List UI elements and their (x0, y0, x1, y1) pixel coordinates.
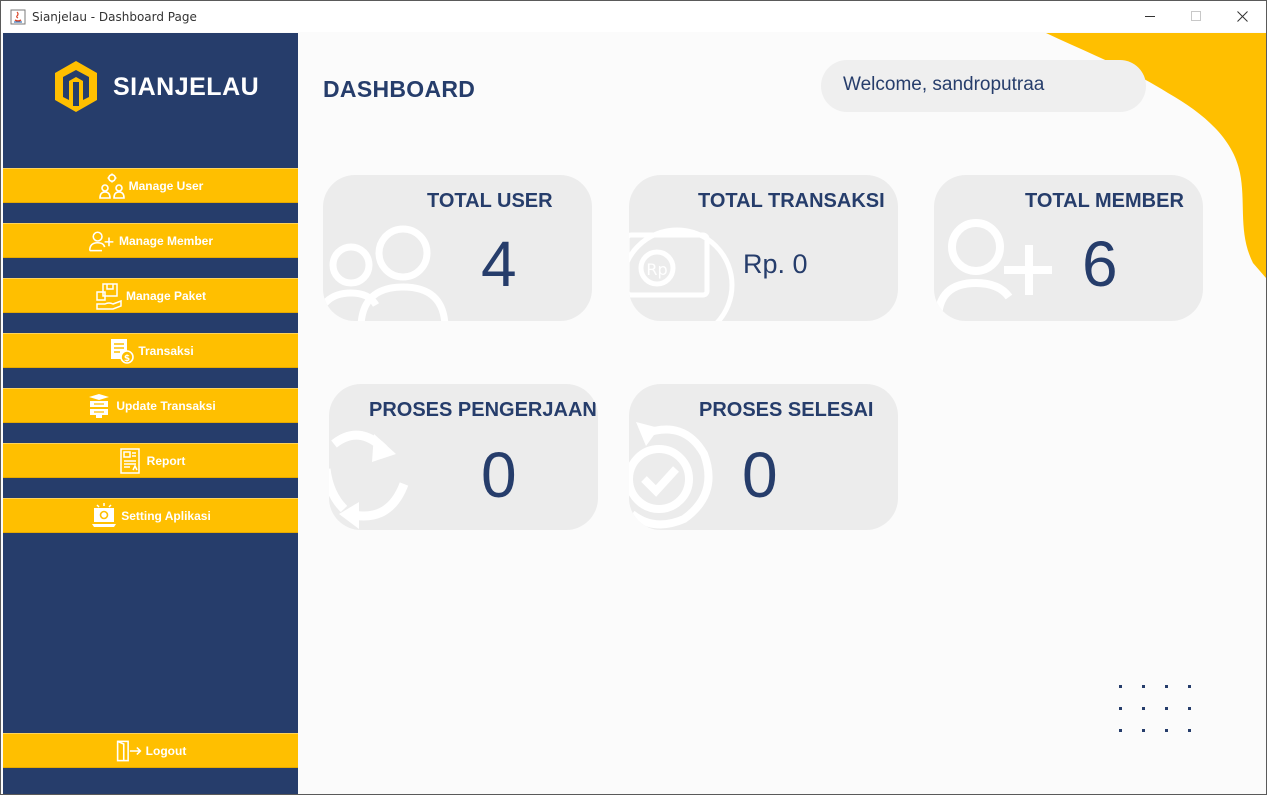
nav-setting-aplikasi-label: Setting Aplikasi (121, 508, 211, 523)
nav-manage-member[interactable]: Manage Member (3, 223, 298, 258)
svg-text:Rp: Rp (646, 260, 667, 279)
card-proses-selesai-title: PROSES SELESAI (699, 399, 874, 421)
card-total-user-title: TOTAL USER (427, 190, 553, 212)
maximize-icon (1190, 11, 1201, 21)
laptop-gear-icon (90, 502, 118, 530)
nav-manage-paket-label: Manage Paket (125, 288, 207, 303)
window-title: Sianjelau - Dashboard Page (32, 10, 197, 24)
nav-update-transaksi-label: Update Transaksi (116, 398, 216, 413)
package-icon (95, 282, 123, 310)
card-total-member: TOTAL MEMBER 6 (934, 175, 1203, 321)
card-proses-pengerjaan: PROSES PENGERJAAN 0 (329, 384, 598, 530)
nav-report-label: Report (146, 453, 186, 468)
svg-text:$: $ (124, 354, 130, 364)
minimize-button[interactable] (1127, 1, 1173, 32)
decorative-dot-grid (1119, 685, 1191, 732)
users-gear-icon (98, 172, 126, 200)
nav-setting-aplikasi[interactable]: Setting Aplikasi (3, 498, 298, 533)
card-total-member-value: 6 (1082, 228, 1118, 300)
add-user-icon (88, 227, 116, 255)
nav-manage-member-label: Manage Member (118, 233, 214, 248)
logout-label: Logout (145, 743, 187, 758)
users-icon (323, 225, 449, 321)
sidebar: SIANJELAU Manage User Manage Member Mana… (3, 33, 298, 794)
card-proses-selesai: PROSES SELESAI 0 (629, 384, 898, 530)
welcome-text: Welcome, sandroputraa (843, 74, 1045, 95)
add-user-icon (934, 219, 1052, 321)
page-title: DASHBOARD (323, 76, 476, 102)
card-proses-selesai-value: 0 (742, 439, 778, 511)
invoice-dollar-icon: $ (107, 337, 135, 365)
close-icon (1236, 11, 1248, 22)
brand-logo-icon (55, 61, 97, 112)
card-total-transaksi: Rp TOTAL TRANSAKSI Rp. 0 (629, 175, 898, 321)
close-button[interactable] (1219, 1, 1265, 32)
nav-manage-paket[interactable]: Manage Paket (3, 278, 298, 313)
nav-manage-user-label: Manage User (128, 178, 204, 193)
card-total-member-title: TOTAL MEMBER (1025, 190, 1184, 212)
nav-update-transaksi[interactable]: Update Transaksi (3, 388, 298, 423)
card-total-transaksi-value: Rp. 0 (743, 249, 808, 279)
nav-report[interactable]: Report (3, 443, 298, 478)
maximize-button[interactable] (1173, 1, 1219, 32)
money-icon: Rp (629, 227, 735, 321)
main-content: DASHBOARD Welcome, sandroputraa TOTAL US… (298, 33, 1266, 794)
logout-door-icon (115, 737, 143, 765)
card-total-transaksi-title: TOTAL TRANSAKSI (698, 190, 885, 212)
nav-transaksi-label: Transaksi (138, 343, 194, 358)
nav-transaksi[interactable]: $ Transaksi (3, 333, 298, 368)
report-icon (116, 447, 144, 475)
welcome-badge: Welcome, sandroputraa (821, 60, 1146, 112)
card-proses-pengerjaan-title: PROSES PENGERJAAN (369, 399, 597, 421)
card-total-user: TOTAL USER 4 (323, 175, 592, 321)
nav-manage-user[interactable]: Manage User (3, 168, 298, 203)
logout-button[interactable]: Logout (3, 733, 298, 768)
app-window: Sianjelau - Dashboard Page SIANJELAU Man… (0, 0, 1267, 795)
card-total-user-value: 4 (481, 228, 517, 300)
title-bar: Sianjelau - Dashboard Page (1, 1, 1266, 32)
brand-name: SIANJELAU (113, 73, 260, 101)
java-app-icon (10, 9, 26, 25)
box-stack-icon (85, 392, 113, 420)
card-proses-pengerjaan-value: 0 (481, 439, 517, 511)
minimize-icon (1144, 15, 1155, 17)
check-cycle-icon (629, 422, 713, 529)
refresh-icon (329, 430, 409, 529)
